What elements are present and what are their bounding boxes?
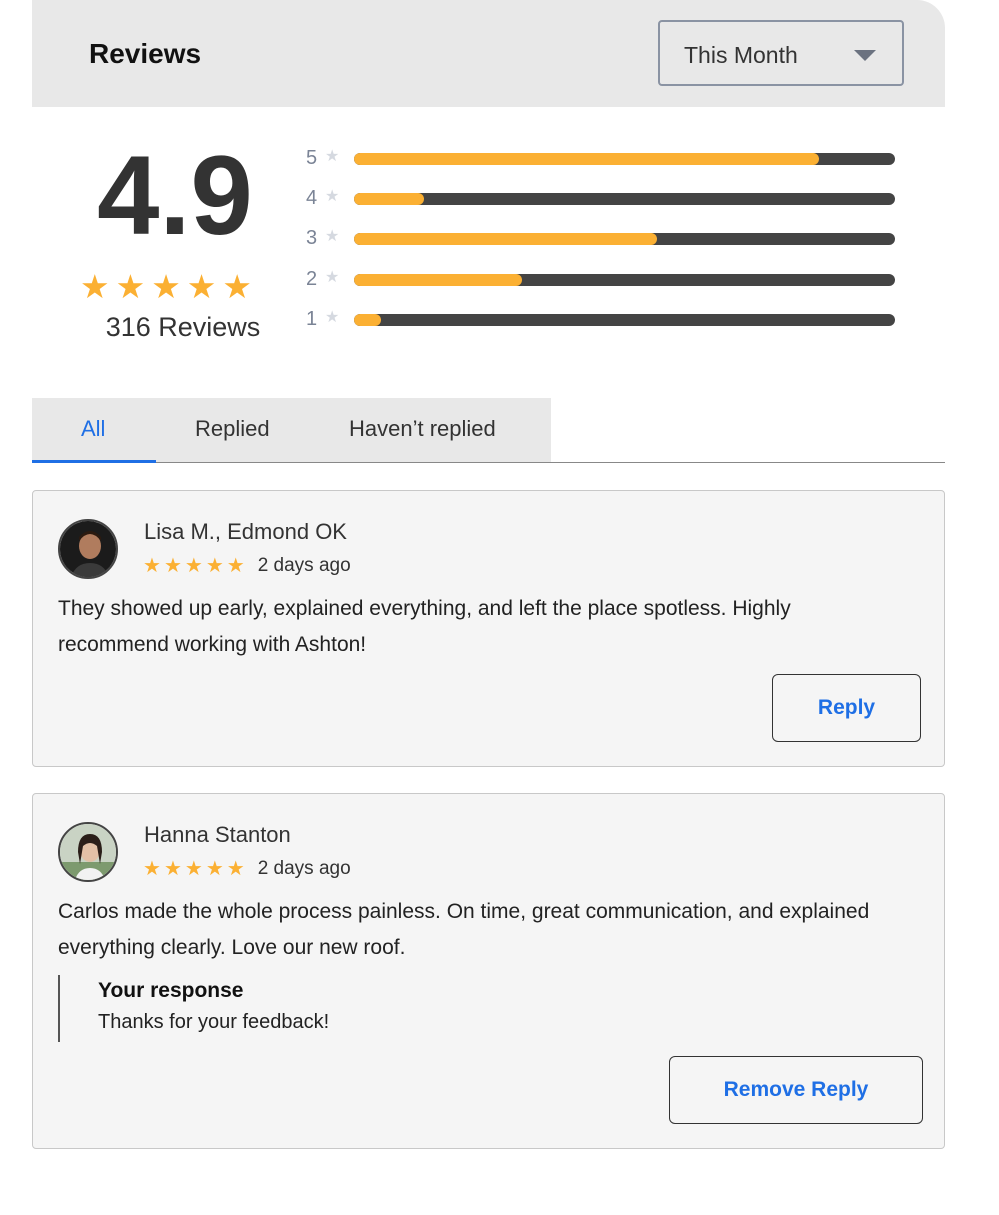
star-icon: ★ xyxy=(205,555,224,577)
rating-row-1: 1 ★ xyxy=(306,305,906,335)
reviewer-name: Lisa M., Edmond OK xyxy=(144,519,347,544)
star-icon: ★ xyxy=(226,858,245,880)
star-icon: ★ xyxy=(325,188,340,205)
star-icon: ★ xyxy=(186,268,217,305)
star-icon: ★ xyxy=(222,268,252,305)
average-stars: ★ ★ ★ ★ ★ xyxy=(80,270,252,304)
rating-label: 1 xyxy=(306,308,318,330)
review-card: Hanna Stanton ★ ★ ★ ★ ★ 2 days ago Carlo… xyxy=(32,793,945,1149)
rating-row-4: 4 ★ xyxy=(306,184,906,214)
star-icon: ★ xyxy=(80,268,110,305)
tab-all[interactable]: All xyxy=(81,416,105,442)
review-text: Carlos made the whole process painless. … xyxy=(58,900,870,959)
active-tab-indicator xyxy=(32,460,156,463)
star-icon: ★ xyxy=(226,555,245,577)
remove-reply-button[interactable]: Remove Reply xyxy=(669,1056,923,1124)
rating-bar-fill xyxy=(354,233,657,245)
reviewer-name: Hanna Stanton xyxy=(144,822,291,847)
tab-havent-replied[interactable]: Haven’t replied xyxy=(349,416,496,442)
star-icon: ★ xyxy=(325,269,340,286)
tab-replied[interactable]: Replied xyxy=(195,416,270,442)
period-dropdown-label: This Month xyxy=(684,42,798,68)
star-icon: ★ xyxy=(115,268,146,305)
response-title: Your response xyxy=(98,979,244,1002)
review-count: 316 Reviews xyxy=(105,312,261,342)
reply-button[interactable]: Reply xyxy=(772,674,921,742)
star-icon: ★ xyxy=(205,858,224,880)
rating-row-3: 3 ★ xyxy=(306,224,906,254)
rating-label: 2 xyxy=(306,268,318,290)
rating-row-5: 5 ★ xyxy=(306,144,906,174)
rating-label: 4 xyxy=(306,187,318,209)
avatar-image xyxy=(60,521,116,577)
star-icon: ★ xyxy=(325,309,340,326)
rating-bar-fill xyxy=(354,274,522,286)
star-icon: ★ xyxy=(184,858,203,880)
review-stars: ★ ★ ★ ★ ★ 2 days ago xyxy=(143,555,351,577)
avatar-image xyxy=(60,824,116,880)
response-text: Thanks for your feedback! xyxy=(98,1011,330,1033)
rating-bar-track xyxy=(354,274,895,286)
reviews-header: Reviews This Month xyxy=(32,0,945,107)
review-text: They showed up early, explained everythi… xyxy=(58,597,791,656)
rating-label: 3 xyxy=(306,227,318,249)
review-card: Lisa M., Edmond OK ★ ★ ★ ★ ★ 2 days ago … xyxy=(32,490,945,767)
period-dropdown[interactable]: This Month xyxy=(658,20,904,86)
rating-bar-fill xyxy=(354,314,382,326)
review-time: 2 days ago xyxy=(257,555,351,576)
filter-tabs: All Replied Haven’t replied xyxy=(32,398,551,462)
chevron-down-icon xyxy=(854,50,876,61)
owner-response: Your response Thanks for your feedback! xyxy=(58,975,329,1042)
review-stars: ★ ★ ★ ★ ★ 2 days ago xyxy=(143,858,351,880)
rating-bar-track xyxy=(354,233,895,245)
page-title: Reviews xyxy=(89,38,202,69)
star-icon: ★ xyxy=(143,858,161,880)
rating-label: 5 xyxy=(306,147,318,169)
review-time: 2 days ago xyxy=(257,858,351,879)
rating-bar-track xyxy=(354,193,895,205)
rating-bar-fill xyxy=(354,153,820,165)
star-icon: ★ xyxy=(325,148,340,165)
star-icon: ★ xyxy=(143,555,161,577)
star-icon: ★ xyxy=(163,858,182,880)
tabs-divider xyxy=(32,462,945,463)
star-icon: ★ xyxy=(163,555,182,577)
average-score: 4.9 xyxy=(97,133,253,258)
star-icon: ★ xyxy=(184,555,203,577)
rating-bar-track xyxy=(354,314,895,326)
rating-bar-fill xyxy=(354,193,425,205)
star-icon: ★ xyxy=(151,268,181,305)
avatar xyxy=(58,822,118,882)
star-icon: ★ xyxy=(325,228,340,245)
avatar xyxy=(58,519,118,579)
rating-bar-track xyxy=(354,153,895,165)
rating-row-2: 2 ★ xyxy=(306,265,906,295)
